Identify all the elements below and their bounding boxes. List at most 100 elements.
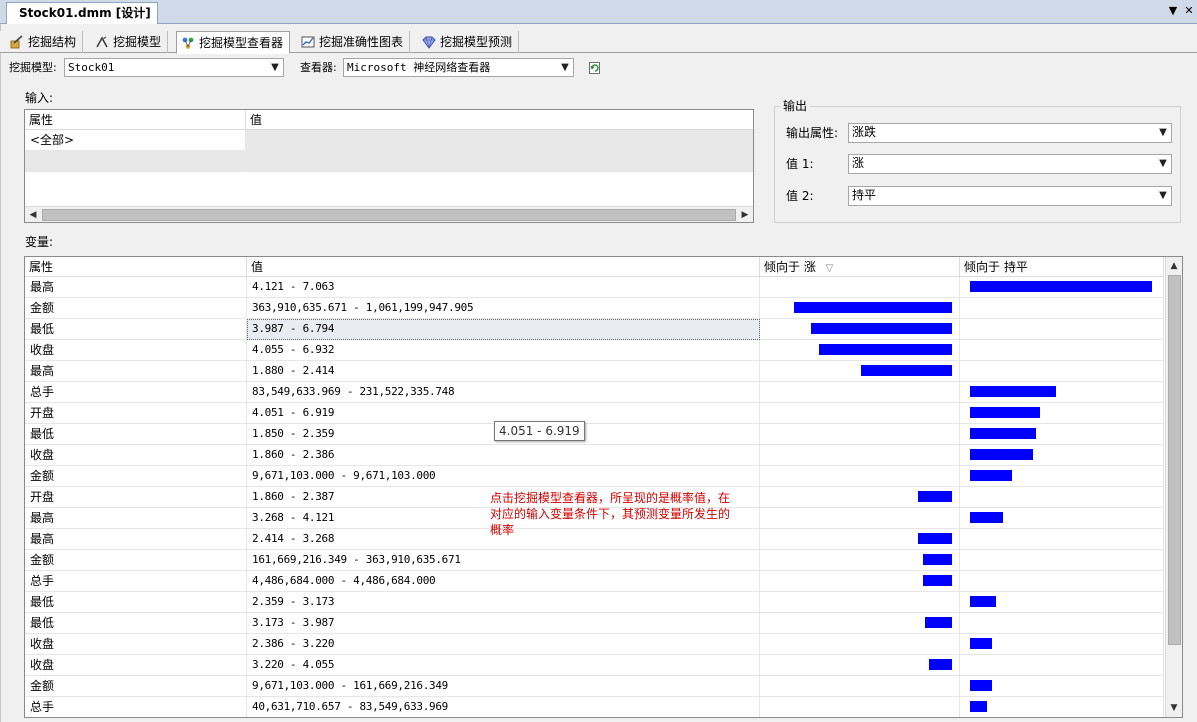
- tab-label: 挖掘结构: [28, 35, 77, 49]
- input-row[interactable]: [25, 151, 753, 172]
- attribute-cell: 金额: [25, 550, 247, 571]
- tab-mining-model-viewer[interactable]: 挖掘模型查看器: [176, 31, 291, 54]
- variables-col-favors-a[interactable]: 倾向于 涨 ▽: [760, 257, 960, 277]
- scroll-thumb[interactable]: [1168, 275, 1181, 645]
- attribute-cell: 开盘: [25, 403, 247, 424]
- scroll-thumb[interactable]: [42, 209, 736, 221]
- chevron-down-icon[interactable]: ▼: [267, 59, 283, 76]
- table-row[interactable]: 开盘 4.051 - 6.919: [25, 403, 1164, 424]
- input-horizontal-scrollbar[interactable]: ◀ ▶: [25, 206, 753, 222]
- input-attr-cell[interactable]: [25, 151, 246, 172]
- value-cell[interactable]: 9,671,103.000 - 9,671,103.000: [247, 466, 760, 487]
- value-cell[interactable]: 4.121 - 7.063: [247, 277, 760, 298]
- tab-mining-model[interactable]: 挖掘模型: [91, 31, 169, 53]
- favors-a-bar: [861, 365, 952, 376]
- value2-value: 持平: [852, 188, 877, 202]
- favors-a-cell: [760, 655, 960, 676]
- favors-a-cell: [760, 592, 960, 613]
- favors-a-cell: [760, 340, 960, 361]
- table-row[interactable]: 收盘 4.055 - 6.932: [25, 340, 1164, 361]
- attribute-cell: 最低: [25, 424, 247, 445]
- refresh-icon[interactable]: [588, 61, 602, 75]
- value-cell[interactable]: 9,671,103.000 - 161,669,216.349: [247, 676, 760, 697]
- scroll-up-icon[interactable]: ▲: [1166, 258, 1182, 274]
- value-cell[interactable]: 363,910,635.671 - 1,061,199,947.905: [247, 298, 760, 319]
- value-cell[interactable]: 2.359 - 3.173: [247, 592, 760, 613]
- favors-b-cell: [960, 634, 1164, 655]
- table-row[interactable]: 最高 4.121 - 7.063: [25, 277, 1164, 298]
- favors-b-bar: [970, 407, 1040, 418]
- value-cell[interactable]: 2.386 - 3.220: [247, 634, 760, 655]
- table-row[interactable]: 金额 9,671,103.000 - 9,671,103.000: [25, 466, 1164, 487]
- table-row[interactable]: 最低 2.359 - 3.173: [25, 592, 1164, 613]
- value-cell[interactable]: 83,549,633.969 - 231,522,335.748: [247, 382, 760, 403]
- chevron-down-icon[interactable]: ▼: [557, 59, 573, 76]
- variables-col-attr[interactable]: 属性: [25, 257, 247, 277]
- favors-b-bar: [970, 512, 1003, 523]
- chevron-down-icon[interactable]: ▼: [1155, 155, 1171, 172]
- table-row[interactable]: 总手 40,631,710.657 - 83,549,633.969: [25, 697, 1164, 717]
- attribute-cell: 总手: [25, 571, 247, 592]
- value-cell[interactable]: 4,486,684.000 - 4,486,684.000: [247, 571, 760, 592]
- table-row[interactable]: 收盘 1.860 - 2.386: [25, 445, 1164, 466]
- scroll-right-icon[interactable]: ▶: [737, 207, 753, 222]
- variables-col-favors-b[interactable]: 倾向于 持平: [960, 257, 1164, 277]
- input-value-cell[interactable]: [246, 151, 753, 172]
- attribute-cell: 收盘: [25, 340, 247, 361]
- variables-col-value[interactable]: 值: [247, 257, 760, 277]
- value1-value: 涨: [852, 156, 865, 170]
- value-cell[interactable]: 3.173 - 3.987: [247, 613, 760, 634]
- favors-a-cell: [760, 382, 960, 403]
- favors-b-bar: [970, 428, 1036, 439]
- value-cell[interactable]: 4.055 - 6.932: [247, 340, 760, 361]
- favors-a-cell: [760, 298, 960, 319]
- viewer-select[interactable]: Microsoft 神经网络查看器 ▼: [343, 58, 574, 77]
- value-cell[interactable]: 161,669,216.349 - 363,910,635.671: [247, 550, 760, 571]
- document-tab[interactable]: Stock01.dmm [设计]: [6, 2, 158, 24]
- tab-accuracy-chart[interactable]: 挖掘准确性图表: [297, 31, 411, 53]
- value-cell[interactable]: 3.220 - 4.055: [247, 655, 760, 676]
- table-row[interactable]: 金额 363,910,635.671 - 1,061,199,947.905: [25, 298, 1164, 319]
- attribute-cell: 总手: [25, 382, 247, 403]
- chevron-down-icon[interactable]: ▼: [1155, 124, 1171, 141]
- input-attr-cell[interactable]: <全部>: [25, 130, 246, 151]
- sort-icon[interactable]: ▽: [826, 263, 834, 274]
- table-row[interactable]: 最低 1.850 - 2.359: [25, 424, 1164, 445]
- table-row[interactable]: 金额 161,669,216.349 - 363,910,635.671: [25, 550, 1164, 571]
- favors-b-bar: [970, 638, 992, 649]
- value2-select[interactable]: 持平 ▼: [848, 186, 1172, 206]
- value1-select[interactable]: 涨 ▼: [848, 154, 1172, 174]
- favors-b-cell: [960, 361, 1164, 382]
- scroll-left-icon[interactable]: ◀: [25, 207, 41, 222]
- table-row[interactable]: 最高 1.880 - 2.414: [25, 361, 1164, 382]
- value-cell[interactable]: 3.987 - 6.794: [247, 319, 760, 340]
- output-attr-select[interactable]: 涨跌 ▼: [848, 123, 1172, 143]
- table-row[interactable]: 最低 3.987 - 6.794: [25, 319, 1164, 340]
- attribute-cell: 收盘: [25, 655, 247, 676]
- scroll-down-icon[interactable]: ▼: [1166, 700, 1182, 716]
- close-icon[interactable]: ✕: [1182, 3, 1196, 19]
- window-dropdown-icon[interactable]: ▼: [1166, 3, 1180, 19]
- tab-model-prediction[interactable]: 挖掘模型预测: [418, 31, 520, 53]
- table-row[interactable]: 总手 4,486,684.000 - 4,486,684.000: [25, 571, 1164, 592]
- value-cell[interactable]: 1.860 - 2.386: [247, 445, 760, 466]
- mining-model-select[interactable]: Stock01 ▼: [64, 58, 284, 77]
- table-row[interactable]: 总手 83,549,633.969 - 231,522,335.748: [25, 382, 1164, 403]
- attribute-cell: 金额: [25, 466, 247, 487]
- chevron-down-icon[interactable]: ▼: [1155, 187, 1171, 204]
- table-row[interactable]: 收盘 3.220 - 4.055: [25, 655, 1164, 676]
- favors-a-cell: [760, 550, 960, 571]
- favors-b-cell: [960, 487, 1164, 508]
- attribute-cell: 收盘: [25, 445, 247, 466]
- value-cell[interactable]: 40,631,710.657 - 83,549,633.969: [247, 697, 760, 717]
- tab-mining-structure[interactable]: 挖掘结构: [6, 31, 84, 53]
- value-cell[interactable]: 1.880 - 2.414: [247, 361, 760, 382]
- input-value-cell[interactable]: [246, 130, 753, 151]
- favors-b-bar: [970, 701, 987, 712]
- favors-b-bar: [970, 449, 1033, 460]
- table-row[interactable]: 最低 3.173 - 3.987: [25, 613, 1164, 634]
- table-row[interactable]: 金额 9,671,103.000 - 161,669,216.349: [25, 676, 1164, 697]
- variables-vertical-scrollbar[interactable]: ▲ ▼: [1165, 257, 1182, 717]
- table-row[interactable]: 收盘 2.386 - 3.220: [25, 634, 1164, 655]
- input-row[interactable]: <全部>: [25, 130, 753, 151]
